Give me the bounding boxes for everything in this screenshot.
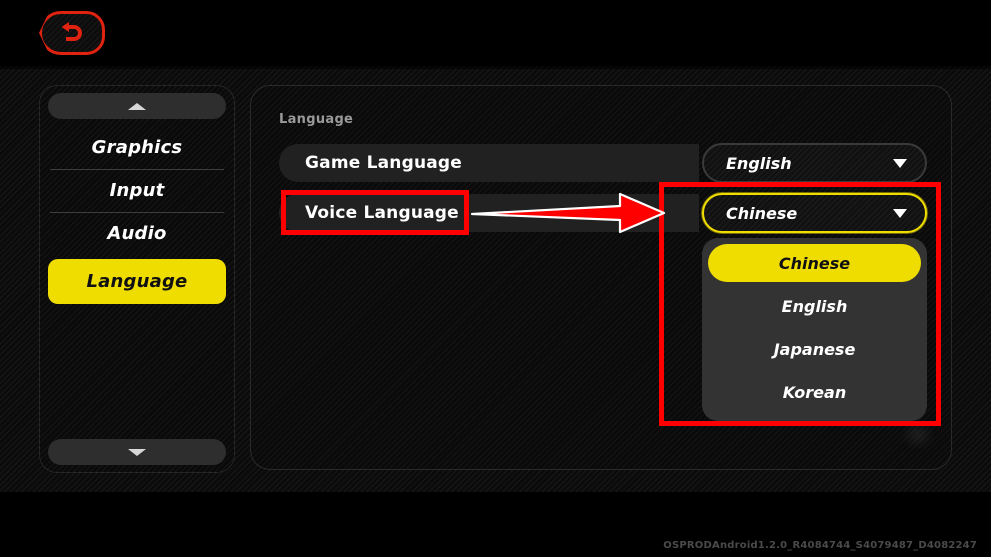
chevron-down-icon — [893, 158, 907, 168]
chevron-up-icon — [128, 102, 146, 110]
option-korean[interactable]: Korean — [708, 373, 921, 411]
back-button[interactable] — [39, 11, 105, 55]
row-label-pill: Voice Language — [279, 194, 699, 232]
chevron-down-icon — [893, 208, 907, 218]
option-label: Korean — [782, 382, 847, 402]
sidebar-item-label: Audio — [107, 223, 167, 244]
setting-row-game-language: Game Language English — [279, 143, 927, 183]
sidebar-scroll-down-button[interactable] — [48, 439, 226, 465]
option-japanese[interactable]: Japanese — [708, 330, 921, 368]
dropdown-value: Chinese — [726, 203, 798, 223]
setting-label: Voice Language — [305, 203, 459, 223]
sidebar-item-label: Input — [109, 180, 165, 201]
sidebar-item-language[interactable]: Language — [48, 259, 226, 304]
screen: Graphics Input Audio Language Language G… — [0, 0, 991, 557]
option-label: Japanese — [773, 339, 856, 359]
game-language-dropdown[interactable]: English — [702, 143, 927, 183]
chevron-down-icon — [128, 448, 146, 456]
row-label-pill: Game Language — [279, 144, 699, 182]
voice-language-dropdown[interactable]: Chinese — [702, 193, 927, 233]
top-bar — [0, 0, 991, 66]
build-watermark: OSPRODAndroid1.2.0_R4084744_S4079487_D40… — [663, 540, 977, 551]
sidebar-item-input[interactable]: Input — [48, 169, 226, 208]
section-title: Language — [279, 112, 354, 127]
sidebar-scroll-up-button[interactable] — [48, 93, 226, 119]
option-label: Chinese — [778, 253, 851, 273]
option-english[interactable]: English — [708, 287, 921, 325]
settings-panel: Language Game Language English Voice Lan… — [250, 85, 952, 470]
sidebar-item-graphics[interactable]: Graphics — [48, 130, 226, 165]
dropdown-value: English — [726, 153, 792, 173]
sidebar-nav-list: Graphics Input Audio Language — [48, 130, 226, 304]
sidebar-item-audio[interactable]: Audio — [48, 212, 226, 251]
setting-row-voice-language: Voice Language Chinese Chinese English J… — [279, 193, 927, 421]
sidebar-item-label: Graphics — [91, 137, 183, 158]
option-chinese[interactable]: Chinese — [708, 244, 921, 282]
option-label: English — [781, 296, 848, 316]
setting-label: Game Language — [305, 153, 463, 173]
voice-language-option-list: Chinese English Japanese Korean — [702, 238, 927, 421]
back-arrow-icon — [59, 22, 85, 44]
settings-sidebar: Graphics Input Audio Language — [39, 85, 235, 473]
panel-corner-glow — [901, 417, 935, 451]
sidebar-item-label: Language — [86, 271, 188, 292]
